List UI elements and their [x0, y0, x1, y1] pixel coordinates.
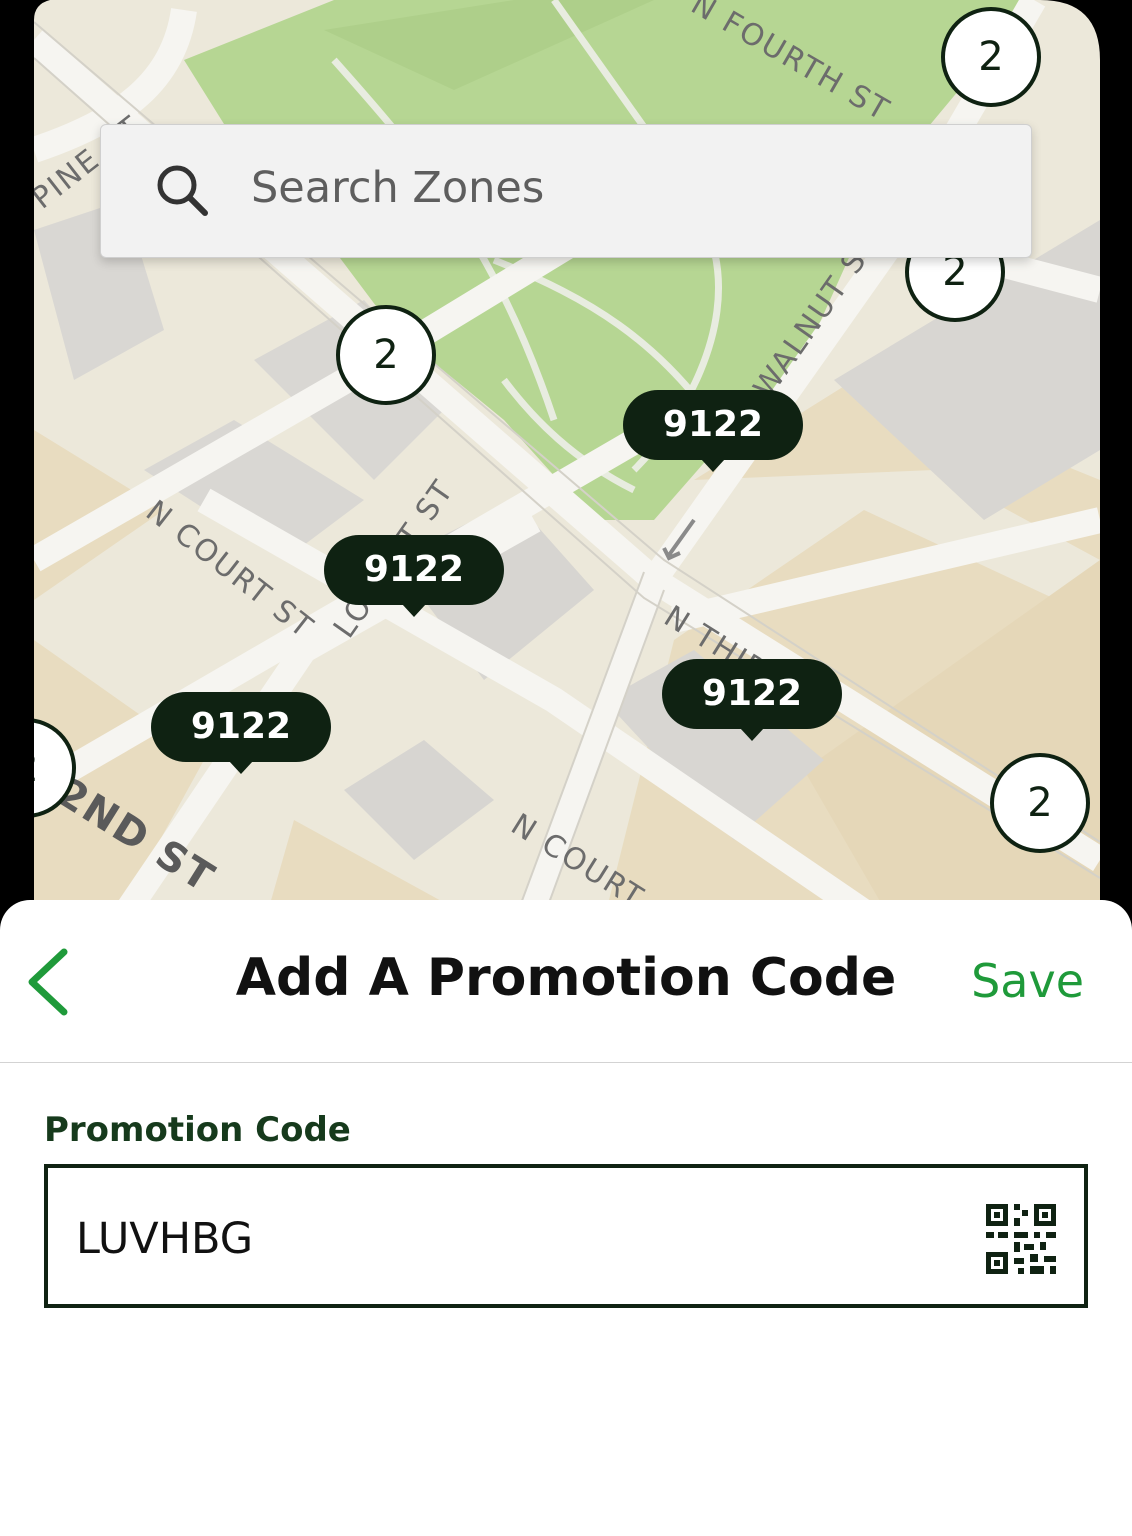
- zone-cluster[interactable]: 2: [336, 305, 436, 405]
- promotion-code-label: Promotion Code: [44, 1110, 351, 1150]
- save-button[interactable]: Save: [971, 954, 1084, 1008]
- search-icon: [157, 165, 208, 216]
- zone-cluster[interactable]: 2: [941, 7, 1041, 107]
- promotion-code-value: LUVHBG: [76, 1214, 254, 1264]
- zone-cluster[interactable]: 2: [990, 753, 1090, 853]
- zone-pin[interactable]: 9122: [151, 692, 331, 774]
- zone-pin[interactable]: 9122: [324, 535, 504, 617]
- promotion-sheet: Add A Promotion Code Save Promotion Code…: [0, 900, 1132, 1536]
- search-zones-input[interactable]: Search Zones: [100, 124, 1032, 258]
- page-title: Add A Promotion Code: [235, 948, 897, 1008]
- qr-code-icon[interactable]: [984, 1202, 1058, 1276]
- sheet-header: Add A Promotion Code Save: [0, 900, 1132, 1063]
- zone-pin[interactable]: 9122: [623, 390, 803, 472]
- zone-pin[interactable]: 9122: [662, 659, 842, 741]
- search-placeholder: Search Zones: [251, 163, 545, 213]
- promotion-code-field[interactable]: LUVHBG: [44, 1164, 1088, 1308]
